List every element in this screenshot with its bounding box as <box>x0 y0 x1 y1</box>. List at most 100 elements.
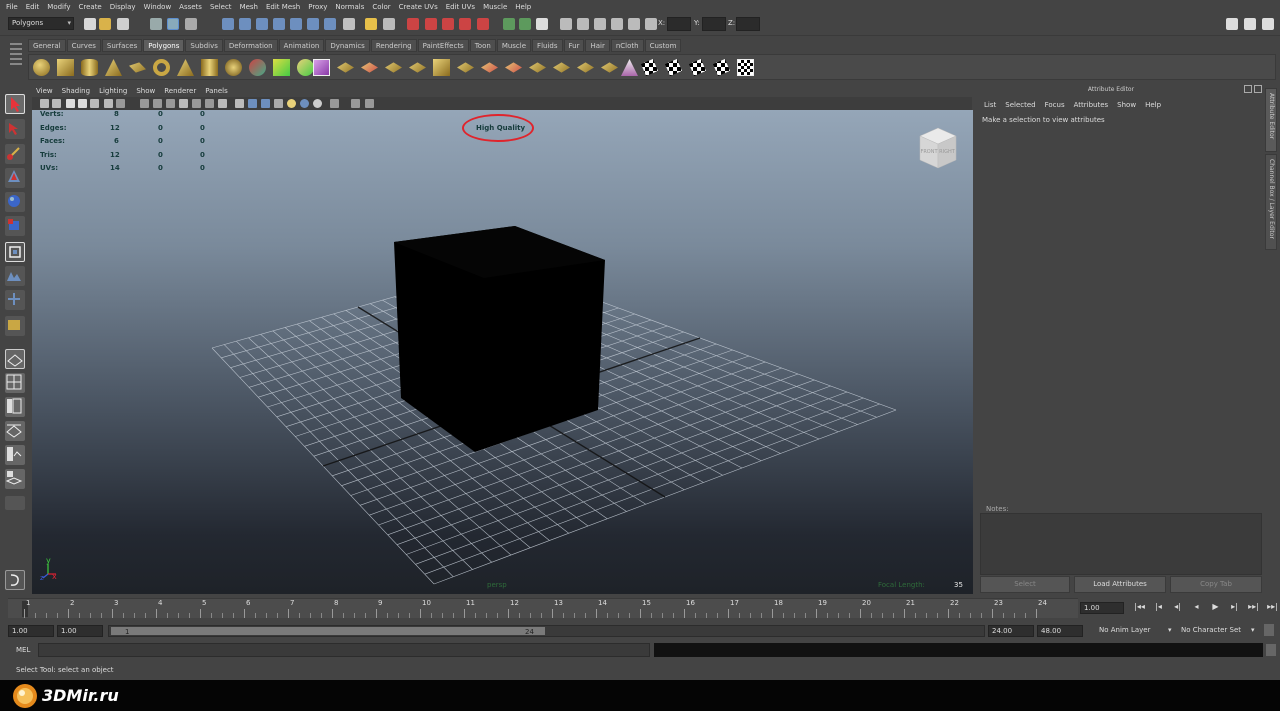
scale-tool-icon[interactable] <box>5 216 25 236</box>
shelf-options[interactable] <box>8 40 24 80</box>
menu-normals[interactable]: Normals <box>335 3 364 11</box>
close-panel-icon[interactable] <box>1254 85 1262 93</box>
wedge-face-icon[interactable] <box>553 62 570 73</box>
use-all-lights-icon[interactable] <box>287 99 296 108</box>
menu-create-uvs[interactable]: Create UVs <box>399 3 438 11</box>
soft-mod-tool-icon[interactable] <box>5 266 25 286</box>
poke-face-icon[interactable] <box>529 62 546 73</box>
shelf-tab-curves[interactable]: Curves <box>66 39 101 52</box>
paint-select-tool-icon[interactable] <box>5 144 25 164</box>
menu-mesh[interactable]: Mesh <box>240 3 258 11</box>
poly-pipe-icon[interactable] <box>201 59 218 76</box>
move-tool-icon[interactable] <box>5 168 25 188</box>
snap-options-icon[interactable] <box>324 18 336 30</box>
ae-menu-selected[interactable]: Selected <box>1005 101 1035 109</box>
menu-color[interactable]: Color <box>372 3 390 11</box>
last-tool-icon[interactable] <box>5 316 25 336</box>
menu-help[interactable]: Help <box>515 3 531 11</box>
use-default-lights-icon[interactable] <box>274 99 283 108</box>
extrude-icon[interactable] <box>337 62 354 73</box>
auto-key-icon[interactable] <box>1264 624 1274 636</box>
script-editor-icon[interactable] <box>5 570 25 590</box>
channel-box-icon[interactable] <box>577 18 589 30</box>
resolution-gate-icon[interactable] <box>153 99 162 108</box>
notes-field[interactable] <box>980 513 1262 575</box>
load-attributes-button[interactable]: Load Attributes <box>1074 576 1166 593</box>
question-icon[interactable] <box>343 18 355 30</box>
outliner-layout-icon[interactable] <box>5 397 25 417</box>
gate-mask-icon[interactable] <box>166 99 175 108</box>
input-line-icon[interactable] <box>503 18 515 30</box>
playback-end-field[interactable]: 24.00 <box>988 625 1034 637</box>
go-to-end-button[interactable]: ▸▸| <box>1263 602 1280 611</box>
uv-texture-editor-icon[interactable] <box>737 59 754 76</box>
script-editor-button-icon[interactable] <box>1266 644 1276 656</box>
show-manipulator-tool-icon[interactable] <box>5 290 25 310</box>
poly-cone-icon[interactable] <box>105 59 122 76</box>
ipr-render-icon[interactable] <box>425 18 437 30</box>
smooth-shade-icon[interactable] <box>235 99 244 108</box>
uv-automatic-icon[interactable] <box>713 59 730 76</box>
go-to-start-button[interactable]: |◂◂ <box>1130 602 1149 611</box>
make-live-icon[interactable] <box>290 18 302 30</box>
grid-toggle-icon[interactable] <box>116 99 125 108</box>
shelf-tab-ncloth[interactable]: nCloth <box>610 39 644 52</box>
bridge-icon[interactable] <box>361 62 378 73</box>
bevel-icon[interactable] <box>505 62 522 73</box>
panel-menu-lighting[interactable]: Lighting <box>99 87 127 95</box>
shelf-tab-dynamics[interactable]: Dynamics <box>325 39 370 52</box>
poly-cube-icon[interactable] <box>57 59 74 76</box>
range-slider[interactable]: 1 24 <box>108 625 985 637</box>
shelf-tab-fluids[interactable]: Fluids <box>532 39 563 52</box>
separate-icon[interactable] <box>273 59 290 76</box>
single-perspective-layout-icon[interactable] <box>5 349 25 369</box>
menu-file[interactable]: File <box>6 3 18 11</box>
camera-attributes-icon[interactable] <box>52 99 61 108</box>
safe-action-icon[interactable] <box>192 99 201 108</box>
menu-edit-uvs[interactable]: Edit UVs <box>446 3 475 11</box>
rotate-tool-icon[interactable] <box>5 192 25 212</box>
play-forwards-button[interactable]: ▶ <box>1206 602 1225 611</box>
bookmarks-icon[interactable] <box>66 99 75 108</box>
outliner-toggle-icon[interactable] <box>594 18 606 30</box>
offset-edge-loop-icon[interactable] <box>457 62 474 73</box>
poly-cylinder-icon[interactable] <box>81 59 98 76</box>
open-scene-icon[interactable] <box>99 18 111 30</box>
step-forward-key-button[interactable]: ▸▸| <box>1244 602 1263 611</box>
render-view-icon[interactable] <box>477 18 489 30</box>
select-hierarchy-icon[interactable] <box>150 18 162 30</box>
menu-window[interactable]: Window <box>144 3 172 11</box>
shadows-icon[interactable] <box>300 99 309 108</box>
render-frame-icon[interactable] <box>407 18 419 30</box>
ae-menu-show[interactable]: Show <box>1117 101 1136 109</box>
tab-channel-box[interactable]: Channel Box / Layer Editor <box>1265 154 1277 250</box>
shelf-tab-toon[interactable]: Toon <box>469 39 496 52</box>
character-set-dropdown[interactable]: No Character Set <box>1181 626 1241 634</box>
sculpt-icon[interactable] <box>621 59 638 76</box>
menu-muscle[interactable]: Muscle <box>483 3 507 11</box>
wireframe-icon[interactable] <box>218 99 227 108</box>
panel-menu-shading[interactable]: Shading <box>62 87 90 95</box>
lasso-tool-icon[interactable] <box>5 119 25 139</box>
character-set-dropdown-arrow[interactable]: ▾ <box>1251 626 1255 634</box>
snap-grid-icon[interactable] <box>222 18 234 30</box>
command-language-label[interactable]: MEL <box>16 646 30 654</box>
shelf-tab-animation[interactable]: Animation <box>278 39 325 52</box>
y-field[interactable] <box>702 17 726 31</box>
time-slider[interactable]: 1 2 3 4 5 6 7 8 9 10 11 12 13 14 15 16 17 18 19 20 21 22 23 24 <box>8 598 1078 618</box>
view-cube[interactable]: FRONT RIGHT <box>916 124 960 170</box>
panel-menu-panels[interactable]: Panels <box>205 87 228 95</box>
poly-sphere-icon[interactable] <box>33 59 50 76</box>
film-gate-icon[interactable] <box>140 99 149 108</box>
ae-menu-focus[interactable]: Focus <box>1045 101 1065 109</box>
toolbox-collapse-icon[interactable] <box>5 496 25 510</box>
snap-curve-icon[interactable] <box>239 18 251 30</box>
split-polygon-icon[interactable] <box>409 62 426 73</box>
tab-attribute-editor[interactable]: Attribute Editor <box>1265 88 1277 152</box>
panel-menu-view[interactable]: View <box>36 87 53 95</box>
merge-icon[interactable] <box>481 62 498 73</box>
safe-title-icon[interactable] <box>205 99 214 108</box>
select-object-icon[interactable] <box>167 18 179 30</box>
construction-history-icon[interactable] <box>383 18 395 30</box>
poly-plane-icon[interactable] <box>129 62 146 73</box>
